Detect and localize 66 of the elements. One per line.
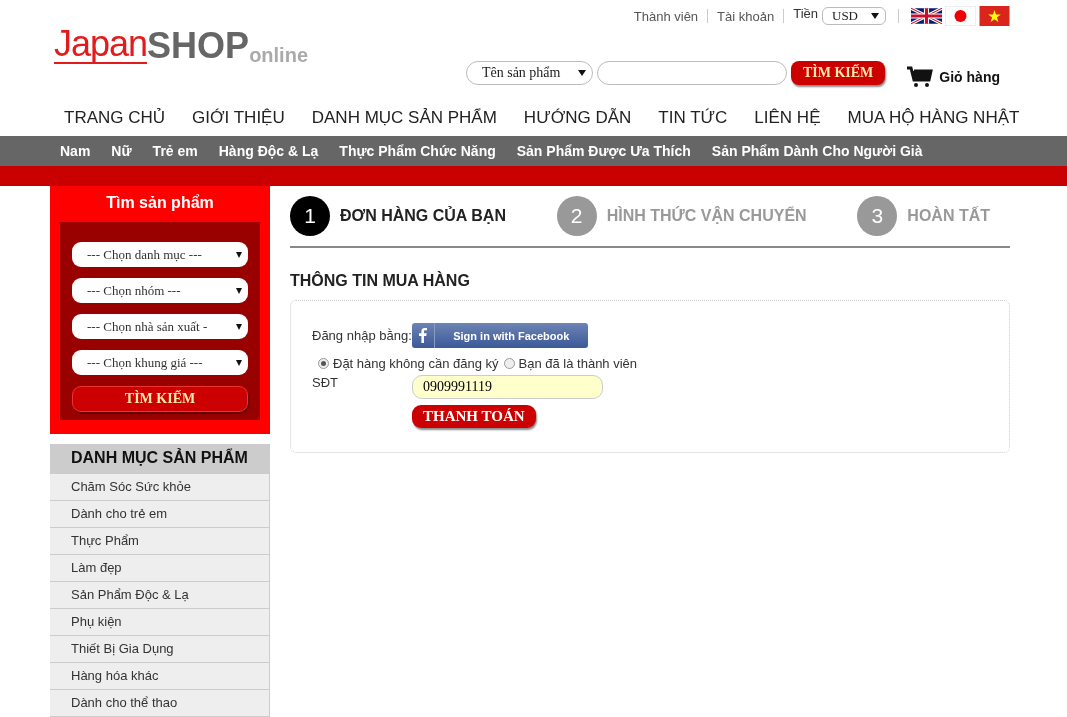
login-label: Đăng nhập bằng: (312, 328, 412, 343)
uk-flag-icon[interactable] (911, 6, 942, 26)
step-number: 2 (556, 196, 597, 236)
category-item[interactable]: Dành cho trẻ em (50, 501, 270, 528)
main-menu-item[interactable]: HƯỚNG DẪN (523, 108, 632, 128)
category-item[interactable]: Sản Phẩm Độc & Lạ (50, 582, 270, 609)
search-button[interactable]: TÌM KIẾM (72, 386, 248, 412)
sub-menu-item[interactable]: Trẻ em (152, 143, 198, 159)
main-menu-item[interactable]: DANH MỤC SẢN PHẨM (311, 108, 497, 128)
filter-select[interactable]: --- Chọn khung giá --- (72, 350, 248, 375)
step-label: ĐƠN HÀNG CỦA BẠN (340, 207, 506, 225)
caret-icon (236, 287, 242, 294)
filter-select[interactable]: --- Chọn danh mục --- (72, 242, 248, 267)
step-number: 3 (857, 196, 898, 236)
category-item[interactable]: Thiết Bị Gia Dụng (50, 636, 270, 663)
step-number: 1 (290, 196, 330, 236)
japan-flag-icon[interactable] (945, 6, 976, 26)
filter-select[interactable]: --- Chọn nhà sản xuất - (72, 314, 248, 339)
sub-menu-item[interactable]: Nữ (111, 143, 132, 159)
sub-menu-item[interactable]: Hàng Độc & Lạ (218, 143, 319, 159)
vietnam-flag-icon[interactable] (979, 6, 1010, 26)
option-label: Đặt hàng không cần đăng ký (333, 356, 499, 371)
category-item[interactable]: Chăm Sóc Sức khỏe (50, 474, 270, 501)
caret-icon (236, 251, 242, 258)
main-menu-item[interactable]: GIỚI THIỆU (192, 108, 285, 128)
step-label: HOÀN TẤT (907, 207, 990, 225)
pay-button[interactable]: THANH TOÁN (412, 405, 536, 428)
currency-select[interactable]: USD (822, 7, 886, 25)
category-item[interactable]: Hàng hóa khác (50, 663, 270, 690)
panel-title: Tìm sản phẩm (105, 194, 215, 212)
caret-icon (871, 13, 879, 19)
category-item[interactable]: Phụ kiện (50, 609, 270, 636)
radio-button[interactable] (503, 358, 515, 369)
phone-field[interactable]: 0909991119 (412, 375, 603, 399)
cart-icon (907, 66, 934, 88)
logo[interactable]: JapanSHOPonline (54, 26, 308, 64)
caret-icon (236, 323, 242, 330)
sub-menu-item[interactable]: Thực Phẩm Chức Năng (339, 143, 496, 159)
category-item[interactable]: Dành cho thể thao (50, 690, 270, 717)
category-heading: DANH MỤC SẢN PHẨM (50, 444, 270, 474)
phone-label: SĐT (312, 375, 339, 390)
currency-label: Tiền (793, 5, 818, 21)
search-button[interactable]: TÌM KIẾM (790, 61, 886, 85)
main-menu-item[interactable]: LIÊN HỆ (754, 108, 821, 128)
radio-button[interactable] (318, 358, 329, 369)
category-item[interactable]: Thực Phẩm (50, 528, 270, 555)
caret-icon (577, 70, 586, 76)
option-label: Bạn đã là thành viên (518, 356, 638, 371)
cart-link[interactable]: Giỏ hàng (907, 58, 1000, 88)
filter-select[interactable]: --- Chọn nhóm --- (72, 278, 248, 303)
sub-menu-item[interactable]: Sản Phẩm Được Ưa Thích (516, 143, 691, 159)
search-field[interactable] (596, 61, 787, 85)
section-title: THÔNG TIN MUA HÀNG (290, 272, 471, 290)
facebook-icon (418, 328, 427, 343)
main-menu-item[interactable]: TIN TỨC (658, 108, 728, 128)
facebook-button[interactable]: Sign in with Facebook (411, 323, 588, 348)
category-select[interactable]: Tên sản phẩm (465, 61, 593, 85)
category-item[interactable]: Làm đẹp (50, 555, 270, 582)
sub-menu-item[interactable]: Nam (60, 143, 91, 159)
caret-icon (236, 359, 242, 366)
account-link[interactable]: Thành viên (633, 8, 699, 24)
main-menu-item[interactable]: MUA HỘ HÀNG NHẬT (847, 108, 1020, 128)
sub-menu-item[interactable]: Sản Phẩm Dành Cho Người Già (711, 143, 923, 159)
main-menu-item[interactable]: TRANG CHỦ (64, 108, 166, 128)
account-link[interactable]: Tài khoản (717, 8, 775, 24)
step-label: HÌNH THỨC VẬN CHUYỂN (606, 207, 807, 225)
